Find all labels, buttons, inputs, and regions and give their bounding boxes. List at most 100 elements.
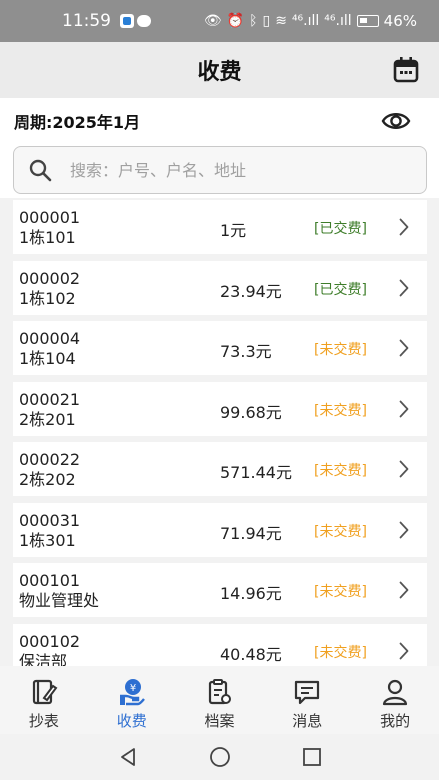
app-header: 收费	[0, 42, 439, 98]
account-number: 000001	[19, 208, 81, 227]
alarm-icon: ⏰	[226, 13, 245, 29]
account-number: 000031	[19, 510, 81, 530]
payment-status: [未交费]	[314, 584, 367, 600]
account-number: 000002	[19, 268, 81, 288]
list-item[interactable]: 000022 2栋202 571.44元 [未交费]	[13, 442, 427, 496]
message-icon	[295, 680, 320, 705]
fee-amount: 1元	[220, 221, 247, 240]
payment-status: [未交费]	[314, 523, 367, 540]
account-name: 1栋104	[19, 349, 76, 368]
status-icons: 👁 ⏰ ᛒ ▯ ≋ ⁴⁶.ıll ⁴⁶.ıll 46%	[204, 12, 417, 30]
account-name: 物业管理处	[19, 591, 100, 610]
chevron-right-icon	[399, 218, 409, 236]
archive-icon	[209, 679, 232, 705]
payment-status: [已交费]	[314, 221, 367, 237]
page-title: 收费	[197, 60, 242, 85]
profile-icon	[382, 679, 408, 706]
eye-comfort-icon: 👁	[203, 13, 222, 29]
account-name: 保洁部	[19, 651, 68, 667]
payment-icon: ¥	[119, 679, 145, 706]
list-item[interactable]: 000102 保洁部 40.48元 [未交费]	[13, 623, 427, 667]
svg-text:¥: ¥	[130, 683, 136, 694]
fee-amount: 14.96元	[220, 584, 282, 603]
list-item[interactable]: 000021 2栋201 99.68元 [未交费]	[13, 381, 427, 436]
tab-payment[interactable]: ¥ 收费	[88, 666, 176, 734]
chevron-right-icon	[399, 279, 409, 296]
tab-messages[interactable]: 消息	[263, 666, 351, 734]
eye-icon[interactable]	[381, 107, 411, 135]
account-name: 2栋202	[19, 470, 76, 489]
account-name: 1栋102	[19, 288, 76, 308]
account-number: 000101	[19, 571, 81, 590]
search-area	[0, 144, 439, 198]
account-info: 000102 保洁部	[19, 632, 80, 667]
signal-label: ⁴⁶	[291, 13, 304, 29]
signal-icon-2: ⁴⁶.ıll	[324, 13, 352, 29]
account-number: 000021	[19, 389, 81, 409]
tab-label: 我的	[380, 712, 411, 730]
period-row: 周期:2025年1月	[0, 98, 439, 144]
billing-period: 周期:2025年1月	[14, 113, 141, 132]
bottom-tab-bar: 抄表 ¥ 收费 档案 消息 我的	[0, 666, 439, 734]
tab-profile[interactable]: 我的	[351, 666, 439, 734]
account-name: 1栋101	[19, 228, 76, 247]
payment-status: [已交费]	[314, 281, 367, 298]
chevron-right-icon	[399, 521, 409, 538]
account-info: 000031 1栋301	[19, 511, 80, 551]
chevron-right-icon	[399, 400, 409, 417]
tab-label: 收费	[116, 712, 147, 730]
chevron-right-icon	[399, 339, 409, 357]
account-info: 000002 1栋102	[19, 269, 80, 309]
account-name: 1栋301	[19, 530, 76, 550]
list-item[interactable]: 000002 1栋102 23.94元 [已交费]	[13, 260, 427, 315]
fee-amount: 99.68元	[220, 402, 282, 422]
search-input[interactable]	[70, 160, 390, 180]
wifi-icon: ≋	[275, 13, 287, 29]
payment-status: [未交费]	[314, 342, 367, 358]
battery-percent: 46%	[383, 12, 417, 30]
system-nav-bar	[0, 734, 439, 780]
list-item[interactable]: 000001 1栋101 1元 [已交费]	[13, 200, 427, 254]
tab-label: 消息	[292, 712, 323, 730]
fee-amount: 40.48元	[220, 644, 282, 664]
fee-amount: 71.94元	[220, 523, 282, 543]
search-box[interactable]	[13, 146, 427, 194]
payment-status: [未交费]	[314, 463, 367, 479]
list-item[interactable]: 000101 物业管理处 14.96元 [未交费]	[13, 563, 427, 617]
account-name: 2栋201	[19, 409, 76, 429]
account-number: 000022	[19, 450, 81, 469]
bluetooth-icon: ᛒ	[249, 13, 258, 29]
status-time: 11:59	[62, 11, 111, 31]
search-icon	[29, 159, 52, 182]
tab-label: 抄表	[28, 712, 59, 730]
fee-amount: 73.3元	[220, 342, 272, 361]
payment-status: [未交费]	[314, 644, 367, 661]
chevron-right-icon	[399, 581, 409, 599]
account-number: 000004	[19, 329, 81, 348]
fee-amount: 571.44元	[220, 463, 292, 482]
chevron-right-icon	[399, 460, 409, 478]
account-info: 000101 物业管理处	[19, 571, 99, 611]
account-info: 000001 1栋101	[19, 208, 80, 248]
fee-list: 000001 1栋101 1元 [已交费] 000002 1栋102 23.94元 [已交费]…	[0, 198, 439, 666]
signal-icon: ⁴⁶.ıll	[291, 13, 320, 29]
chat-notification-icon	[137, 15, 151, 27]
account-info: 000022 2栋202	[19, 450, 80, 490]
notification-app-icon	[120, 14, 134, 28]
recents-icon[interactable]	[301, 746, 323, 768]
tab-meter-reading[interactable]: 抄表	[0, 666, 88, 734]
tab-archive[interactable]: 档案	[176, 666, 264, 734]
signal-label-2: ⁴⁶	[324, 13, 336, 29]
chevron-right-icon	[399, 642, 409, 659]
back-icon[interactable]	[117, 746, 139, 768]
account-number: 000102	[19, 631, 81, 651]
list-item[interactable]: 000031 1栋301 71.94元 [未交费]	[13, 502, 427, 557]
tab-label: 档案	[204, 712, 235, 730]
list-item[interactable]: 000004 1栋104 73.3元 [未交费]	[13, 321, 427, 375]
calendar-icon[interactable]	[393, 56, 419, 84]
fee-amount: 23.94元	[220, 281, 282, 301]
battery-icon	[356, 15, 379, 27]
home-icon[interactable]	[209, 746, 231, 768]
meter-icon	[32, 679, 58, 705]
account-info: 000021 2栋201	[19, 390, 80, 430]
